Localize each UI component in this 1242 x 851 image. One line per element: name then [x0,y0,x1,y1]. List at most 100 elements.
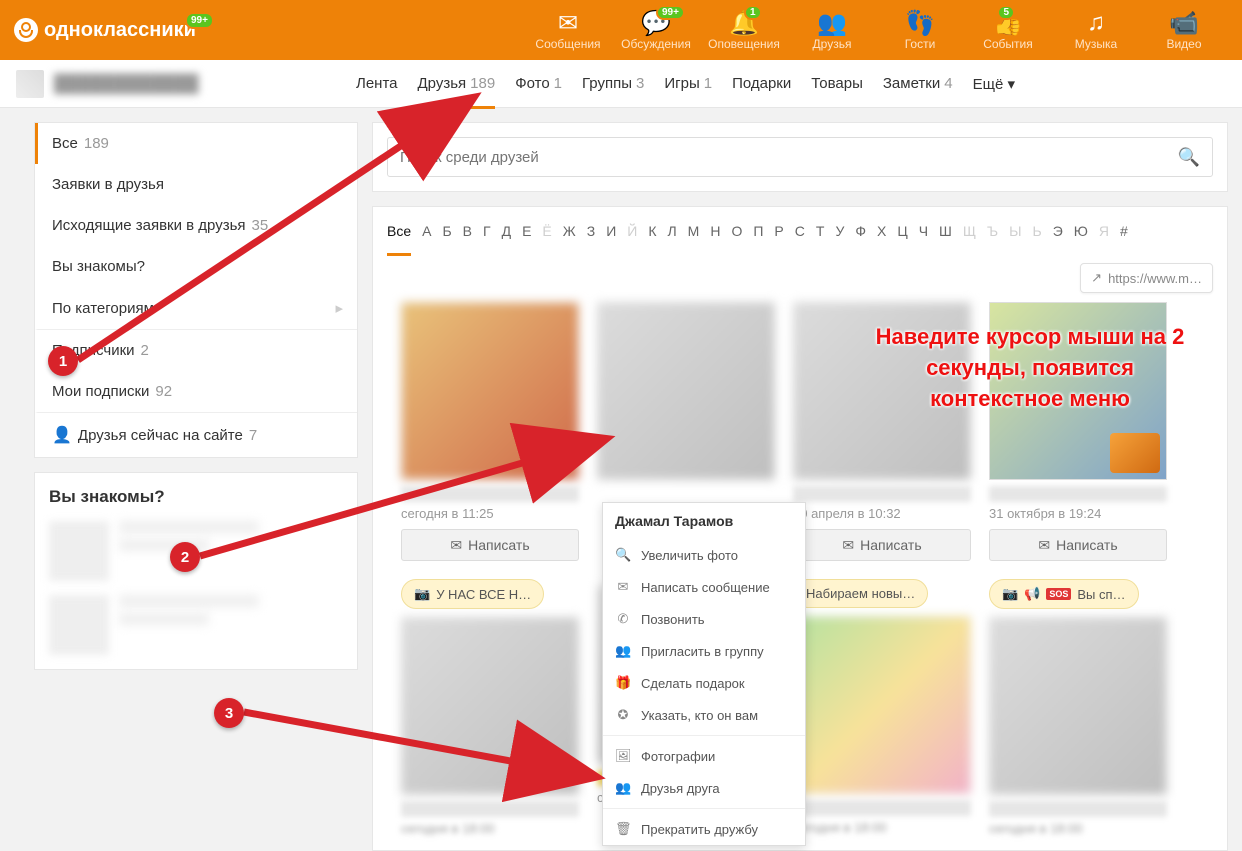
nav-friends[interactable]: 👥 Друзья [788,9,876,51]
write-button[interactable]: ✉Написать [989,529,1167,561]
friend-photo[interactable] [401,302,579,480]
alpha-letter[interactable]: А [422,223,431,256]
friend-photo[interactable] [401,617,579,795]
ctx-relation[interactable]: ✪Указать, кто он вам [603,699,805,731]
tab-goods[interactable]: Товары [811,60,863,108]
ctx-invite-group[interactable]: 👥Пригласить в группу [603,635,805,667]
suggestions-panel: Вы знакомы? [34,472,358,670]
friend-photo[interactable] [989,617,1167,795]
tab-gifts[interactable]: Подарки [732,60,791,108]
alpha-letter[interactable]: Л [667,223,676,256]
alpha-letter[interactable]: И [606,223,616,256]
nav-music[interactable]: ♫ Музыка [1052,9,1140,51]
tab-groups[interactable]: Группы3 [582,60,644,108]
nav-label: Видео [1166,37,1201,51]
alpha-letter[interactable]: Ф [855,223,866,256]
ok-logo-icon [14,18,38,42]
envelope-icon: ✉ [450,537,462,554]
sidebar-item-mysubs[interactable]: Мои подписки 92 [35,371,357,412]
alpha-letter[interactable]: Э [1053,223,1063,256]
alpha-letter: Ь [1033,223,1042,256]
sidebar-item-outgoing[interactable]: Исходящие заявки в друзья 35 [35,205,357,246]
status-pill[interactable]: 📷 📢 SOS Вы сп… [989,579,1139,609]
alpha-letter[interactable]: Все [387,223,411,256]
sidebar-item-requests[interactable]: Заявки в друзья [35,164,357,205]
alpha-letter[interactable]: О [731,223,742,256]
alpha-letter[interactable]: Д [502,223,511,256]
friend-photo[interactable] [597,302,775,480]
suggestion-item[interactable] [35,595,357,669]
alpha-letter: Ы [1009,223,1021,256]
alpha-letter[interactable]: З [587,223,595,256]
tab-more[interactable]: Ещё ▾ [973,60,1015,108]
write-button[interactable]: ✉Написать [401,529,579,561]
sidebar-item-know[interactable]: Вы знакомы? [35,246,357,287]
nav-events[interactable]: 👍 5 События [964,9,1052,51]
friend-photo[interactable] [989,302,1167,480]
step-badge-1: 1 [48,346,78,376]
tab-notes[interactable]: Заметки4 [883,60,953,108]
profile-chip[interactable]: ████████████ [16,70,356,98]
ctx-unfriend[interactable]: 🗑Прекратить дружбу [603,813,805,845]
logo[interactable]: одноклассники 99+ [14,18,196,42]
alpha-letter: Щ [963,223,976,256]
alpha-letter[interactable]: С [795,223,805,256]
alpha-letter[interactable]: П [753,223,763,256]
sidebar-item-online[interactable]: 👤Друзья сейчас на сайте 7 [35,412,357,457]
alpha-letter[interactable]: В [463,223,472,256]
tab-friends[interactable]: Друзья189 [418,60,496,108]
sos-icon: SOS [1046,588,1071,600]
alpha-letter[interactable]: Р [774,223,783,256]
ctx-friends-of-friend[interactable]: 👥Друзья друга [603,772,805,804]
url-chip[interactable]: ↗ https://www.m… [1080,263,1213,293]
status-pill[interactable]: 📷У НАС ВСЕ Н… [401,579,544,609]
nav-badge: 1 [744,5,762,20]
tab-feed[interactable]: Лента [356,60,398,108]
alpha-letter[interactable]: Б [442,223,451,256]
alpha-letter[interactable]: Ч [919,223,928,256]
ctx-gift[interactable]: 🎁Сделать подарок [603,667,805,699]
friend-photo[interactable] [793,302,971,480]
nav-messages[interactable]: ✉ Сообщения [524,9,612,51]
search-icon[interactable]: 🔍 [1178,147,1200,168]
alpha-letter[interactable]: У [835,223,844,256]
profile-name-blurred: ████████████ [54,74,199,94]
nav-label: Музыка [1075,37,1117,51]
nav-badge: 99+ [656,5,685,20]
nav-video[interactable]: 📹 Видео [1140,9,1228,51]
sidebar-item-categories[interactable]: По категориям▸ [35,287,357,329]
alpha-letter[interactable]: Н [710,223,720,256]
friend-name-blurred [793,486,971,502]
tab-photo[interactable]: Фото1 [515,60,562,108]
ctx-zoom-photo[interactable]: 🔍Увеличить фото [603,539,805,571]
nav-guests[interactable]: 👣 Гости [876,9,964,51]
nav-discussions[interactable]: 💬 99+ Обсуждения [612,9,700,51]
sidebar-item-all[interactable]: Все 189 [35,123,357,164]
alpha-letter[interactable]: М [688,223,700,256]
gift-icon: 🎁 [615,675,631,691]
ctx-write-message[interactable]: ✉Написать сообщение [603,571,805,603]
context-menu-title: Джамал Тарамов [603,503,805,539]
alpha-letter[interactable]: # [1120,223,1128,256]
nav-notifications[interactable]: 🔔 1 Оповещения [700,9,788,51]
alpha-letter[interactable]: К [648,223,656,256]
alpha-letter[interactable]: Ш [939,223,952,256]
tab-games[interactable]: Игры1 [664,60,712,108]
friend-photo[interactable] [793,616,971,794]
write-button[interactable]: ✉Написать [793,529,971,561]
ctx-photos[interactable]: 🖼Фотографии [603,740,805,772]
alpha-letter[interactable]: Е [522,223,531,256]
alpha-letter[interactable]: Ц [897,223,907,256]
alpha-letter[interactable]: Ю [1074,223,1088,256]
status-pill[interactable]: Набираем новы… [793,579,928,608]
ctx-call[interactable]: ✆Позвонить [603,603,805,635]
sidebar-item-subscribers[interactable]: Подписчики 2 [35,329,357,371]
search-input[interactable] [400,149,1178,166]
friend-meta: сегодня в 18:00 [793,820,971,835]
alpha-letter[interactable]: Ж [563,223,576,256]
alpha-letter: Я [1099,223,1109,256]
alpha-letter[interactable]: Г [483,223,491,256]
alpha-letter[interactable]: Т [816,223,825,256]
alpha-letter[interactable]: Х [877,223,886,256]
search-input-wrap[interactable]: 🔍 [387,137,1213,177]
